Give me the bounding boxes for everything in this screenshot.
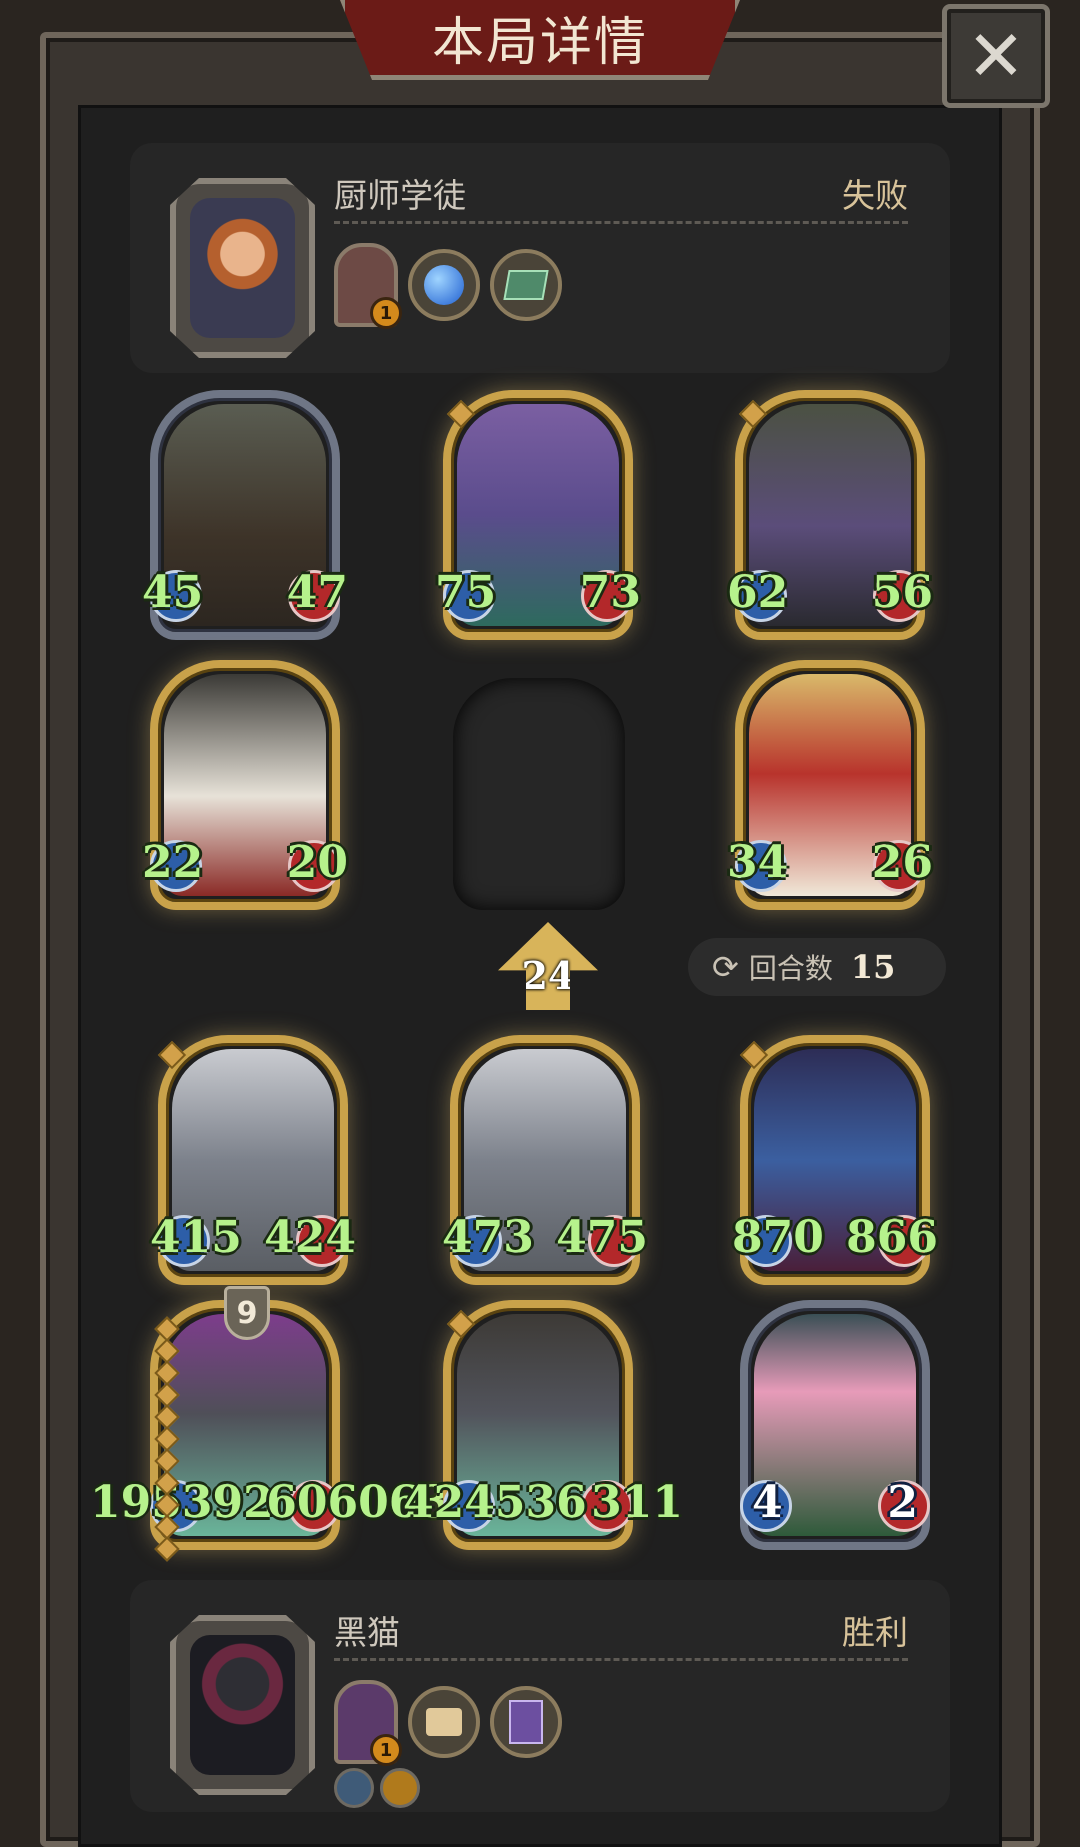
health-value: 311 — [591, 1477, 683, 1528]
board-unit[interactable]: 870 866 — [732, 1035, 938, 1285]
player-name: 厨师学徒 — [334, 176, 466, 215]
result-label: 胜利 — [842, 1613, 908, 1652]
muscle-icon[interactable] — [380, 1768, 420, 1808]
attack-value: 870 — [732, 1212, 824, 1263]
health-value: 424 — [264, 1212, 356, 1263]
health-value: 26 — [871, 837, 933, 888]
shield-badge: 9 — [224, 1286, 270, 1340]
attack-value: 424536 — [403, 1477, 587, 1528]
opponent-panel: 厨师学徒 失败 1 — [130, 143, 950, 373]
board-unit[interactable]: 34 26 — [727, 660, 933, 910]
health-value: 56 — [871, 567, 933, 618]
sword-shield-icon[interactable] — [334, 1768, 374, 1808]
cost-badge: 1 — [370, 1734, 402, 1766]
attack-value: 22 — [142, 837, 204, 888]
equipment-row: 1 — [334, 243, 562, 329]
scroll-icon[interactable] — [408, 1686, 480, 1758]
health-value: 866 — [846, 1212, 938, 1263]
health-value: 2 — [887, 1477, 918, 1528]
board-unit[interactable]: 473 475 — [442, 1035, 648, 1285]
equipment-row: 1 — [334, 1680, 562, 1766]
close-button[interactable]: ✕ — [942, 4, 1050, 108]
attack-value: 75 — [435, 567, 497, 618]
health-value: 73 — [579, 567, 641, 618]
close-icon: ✕ — [966, 15, 1026, 97]
board-unit[interactable]: 4 2 — [740, 1300, 930, 1550]
health-value: 20 — [286, 837, 348, 888]
divider — [334, 221, 908, 224]
health-value: 475 — [556, 1212, 648, 1263]
board-unit[interactable]: 75 73 — [435, 390, 641, 640]
attack-value: 45 — [142, 567, 204, 618]
board-unit[interactable]: 415 424 — [150, 1035, 356, 1285]
winner-panel: 黑猫 胜利 1 — [130, 1580, 950, 1812]
board-unit[interactable]: 424536 311 — [403, 1300, 683, 1550]
attack-value: 62 — [727, 567, 789, 618]
round-counter: ⟳ 回合数 15 — [688, 938, 946, 996]
title-banner: 本局详情 — [340, 0, 740, 80]
cost-badge: 1 — [370, 297, 402, 329]
round-value: 15 — [850, 948, 896, 986]
board-unit[interactable]: 45 47 — [142, 390, 348, 640]
page-title: 本局详情 — [431, 13, 648, 73]
black-cat-avatar — [170, 1615, 315, 1795]
player-name: 黑猫 — [334, 1613, 400, 1652]
tier-value: 24 — [521, 952, 575, 998]
hero-power-card[interactable]: 1 — [334, 243, 402, 329]
purple-spellbook-icon[interactable] — [490, 1686, 562, 1758]
refresh-icon: ⟳ — [712, 948, 739, 986]
chef-apprentice-avatar — [170, 178, 315, 358]
spellbook-icon[interactable] — [490, 249, 562, 321]
attack-value: 415 — [150, 1212, 242, 1263]
board-unit[interactable]: 62 56 — [727, 390, 933, 640]
empty-board-slot — [453, 678, 625, 910]
health-value: 47 — [286, 567, 348, 618]
blue-orb-icon[interactable] — [408, 249, 480, 321]
result-label: 失败 — [842, 176, 908, 215]
hero-power-card[interactable]: 1 — [334, 1680, 402, 1766]
round-label: 回合数 — [748, 952, 833, 985]
attack-value: 34 — [727, 837, 789, 888]
attack-value: 473 — [442, 1212, 534, 1263]
buff-row — [334, 1768, 420, 1808]
board-unit[interactable]: 22 20 — [142, 660, 348, 910]
attack-value: 195392 — [90, 1477, 274, 1528]
attack-value: 4 — [752, 1477, 783, 1528]
star-gem-column — [154, 1316, 180, 1562]
divider — [334, 1658, 908, 1661]
